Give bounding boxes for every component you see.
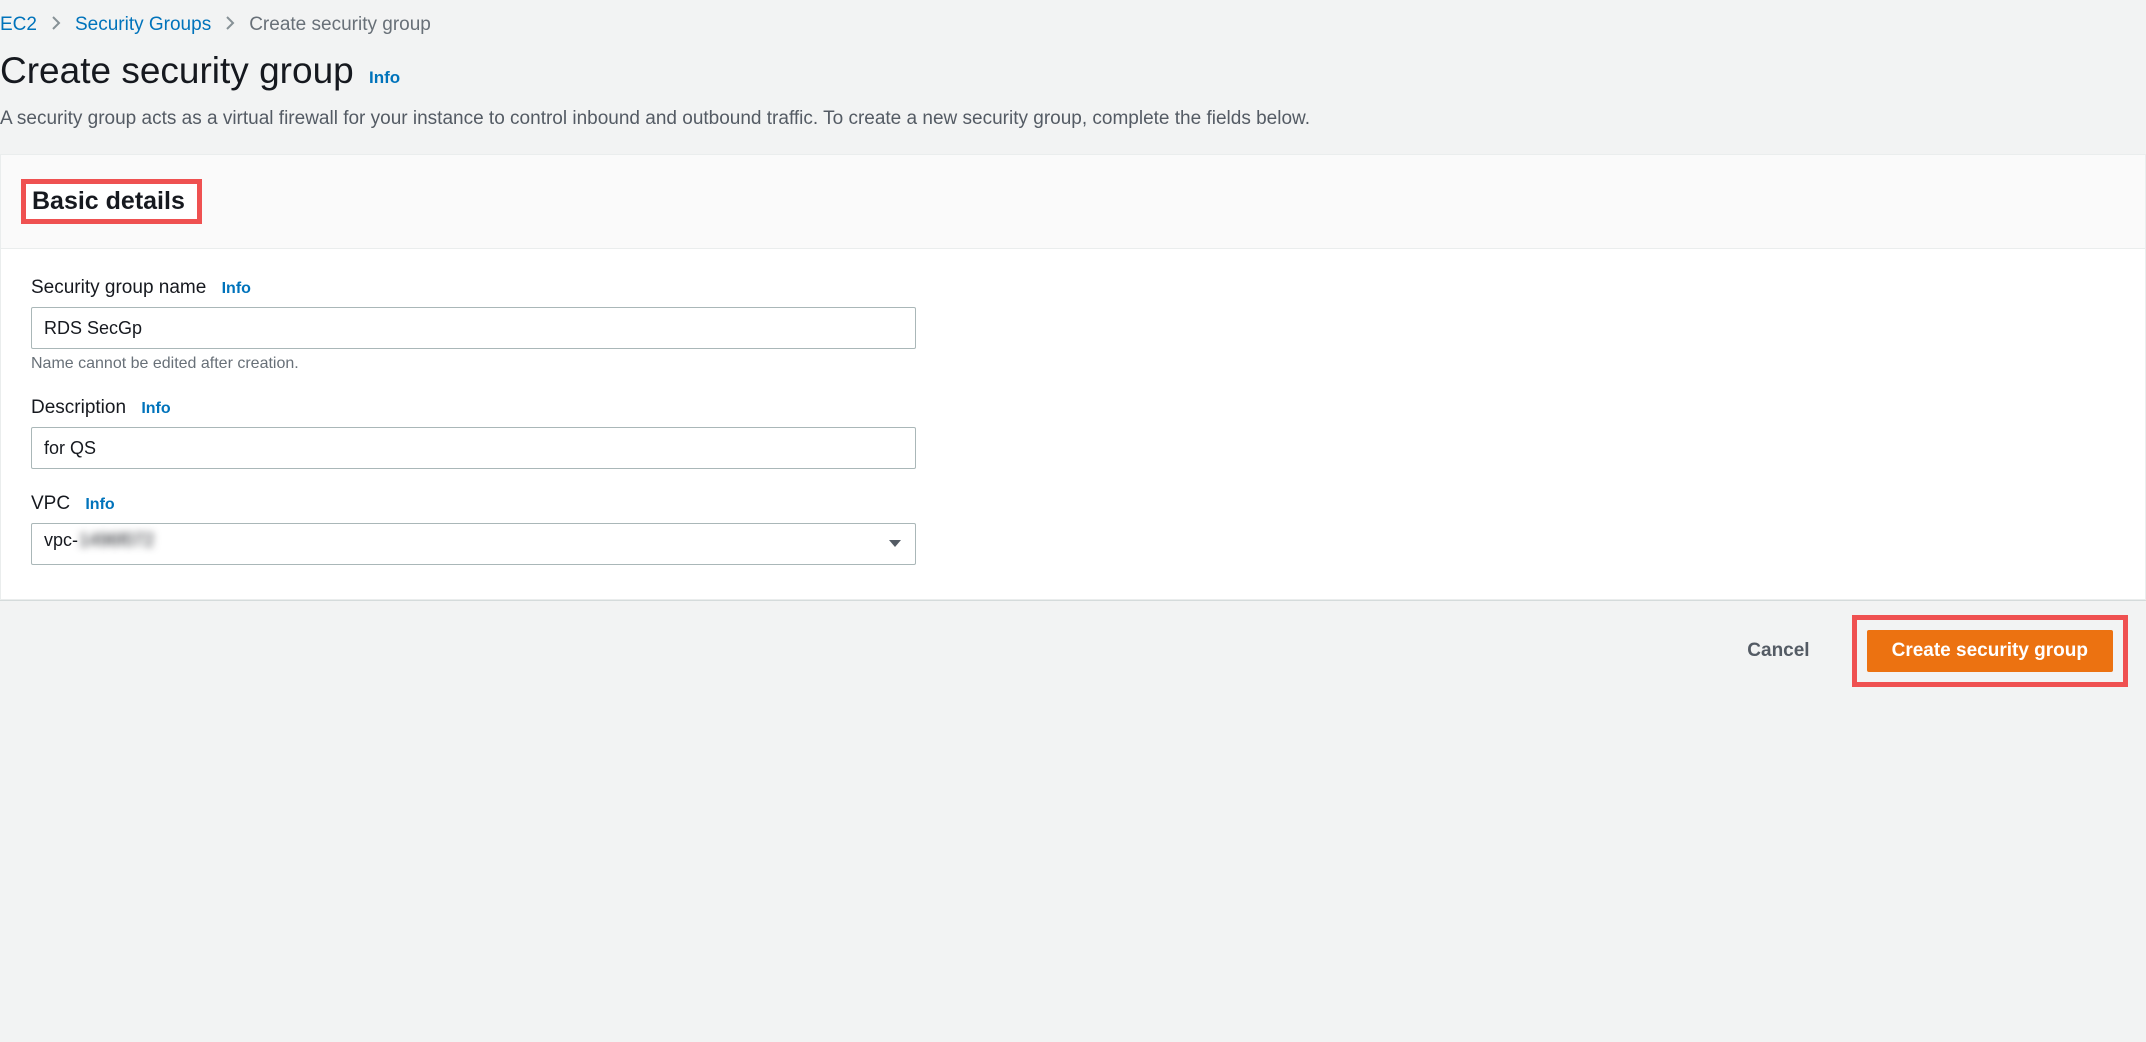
breadcrumb-link-security-groups[interactable]: Security Groups (75, 14, 211, 36)
footer-bar: Cancel Create security group (0, 600, 2146, 701)
panel-header: Basic details (1, 155, 2145, 249)
vpc-value-prefix: vpc- (44, 530, 78, 550)
page-description: A security group acts as a virtual firew… (0, 102, 2146, 154)
create-security-group-button[interactable]: Create security group (1867, 630, 2113, 672)
info-link-description[interactable]: Info (141, 400, 170, 417)
panel-title: Basic details (32, 187, 185, 216)
page-header: Create security group Info (0, 50, 2146, 102)
basic-details-panel: Basic details Security group name Info N… (0, 154, 2146, 600)
cancel-button[interactable]: Cancel (1723, 631, 1833, 671)
field-security-group-name: Security group name Info Name cannot be … (31, 277, 2115, 373)
label-text: VPC (31, 493, 70, 514)
info-link-name[interactable]: Info (222, 280, 251, 297)
vpc-select[interactable]: vpc-1496f072 (31, 523, 916, 565)
breadcrumb-link-ec2[interactable]: EC2 (0, 14, 37, 36)
vpc-select-wrap: vpc-1496f072 (31, 523, 916, 565)
page-title: Create security group (0, 50, 354, 91)
label-description: Description Info (31, 397, 2115, 419)
info-link-vpc[interactable]: Info (85, 496, 114, 513)
field-description: Description Info (31, 397, 2115, 469)
label-text: Security group name (31, 277, 206, 298)
chevron-right-icon (225, 16, 235, 35)
description-input[interactable] (31, 427, 916, 469)
info-link-header[interactable]: Info (369, 68, 400, 87)
vpc-value-blurred: 1496f072 (79, 530, 154, 551)
label-vpc: VPC Info (31, 493, 2115, 515)
field-vpc: VPC Info vpc-1496f072 (31, 493, 2115, 565)
label-security-group-name: Security group name Info (31, 277, 2115, 299)
breadcrumb: EC2 Security Groups Create security grou… (0, 0, 2146, 50)
label-text: Description (31, 397, 126, 418)
panel-body: Security group name Info Name cannot be … (1, 249, 2145, 599)
breadcrumb-current: Create security group (249, 14, 431, 36)
security-group-name-input[interactable] (31, 307, 916, 349)
chevron-right-icon (51, 16, 61, 35)
help-text-name: Name cannot be edited after creation. (31, 355, 2115, 373)
highlight-basic-details: Basic details (21, 179, 202, 224)
highlight-create-button: Create security group (1852, 615, 2128, 687)
